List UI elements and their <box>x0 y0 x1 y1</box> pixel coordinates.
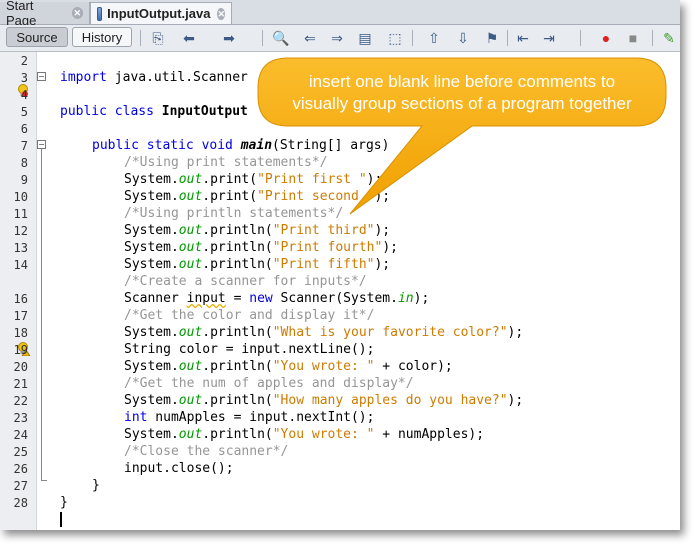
line-number: 8 <box>20 156 28 170</box>
line-number: 5 <box>20 105 28 119</box>
next-bookmark-icon[interactable]: ⇩ <box>454 29 472 47</box>
line-number: 3 <box>20 71 28 85</box>
code-line-13: System.out.println("Print fifth"); <box>124 257 391 272</box>
close-icon[interactable]: ✕ <box>71 7 83 19</box>
fold-guide-end <box>41 480 47 481</box>
history-button[interactable]: History <box>72 27 132 47</box>
line-number: 21 <box>13 377 28 391</box>
line-number: 16 <box>13 292 28 306</box>
toolbar-divider <box>507 30 508 46</box>
line-number: 23 <box>13 411 28 425</box>
line-number: 26 <box>13 462 28 476</box>
fold-toggle-icon[interactable]: − <box>37 140 46 149</box>
line-number: 14 <box>13 258 28 272</box>
code-line-20: /*Get the num of apples and display*/ <box>124 376 414 391</box>
tab-label: InputOutput.java <box>107 6 211 21</box>
code-line-18: String color = input.nextLine(); <box>124 342 375 357</box>
start-macro-icon[interactable]: ● <box>597 29 615 47</box>
code-line-21: System.out.println("How many apples do y… <box>124 393 524 408</box>
line-number: 24 <box>13 428 28 442</box>
callout-line-1: insert one blank line before comments to <box>308 72 616 91</box>
line-number: 17 <box>13 309 28 323</box>
find-previous-icon[interactable]: ⇐ <box>301 29 319 47</box>
toolbar-divider <box>580 30 581 46</box>
line-number: 27 <box>13 479 28 493</box>
code-line-14: /*Create a scanner for inputs*/ <box>124 274 367 289</box>
forward-icon[interactable]: ➡ <box>220 29 238 47</box>
tab-bar: Start Page ✕ InputOutput.java ✕ <box>0 0 680 28</box>
code-line-22: int numApples = input.nextInt(); <box>124 410 375 425</box>
code-line-19: System.out.println("You wrote: " + color… <box>124 359 453 374</box>
line-number: 28 <box>13 496 28 510</box>
line-number: 12 <box>13 224 28 238</box>
code-line-25: input.close(); <box>124 461 234 476</box>
toolbar-divider <box>262 30 263 46</box>
tab-label: Start Page <box>6 0 37 28</box>
text-cursor <box>60 512 62 527</box>
editor-window: Start Page ✕ InputOutput.java ✕ Source H… <box>0 0 680 530</box>
toggle-bookmark-icon[interactable]: ⚑ <box>483 29 501 47</box>
back-icon[interactable]: ⬅ <box>180 29 198 47</box>
toggle-highlight-icon[interactable]: ▤ <box>356 29 374 47</box>
line-number: 11 <box>13 207 28 221</box>
callout-text: insert one blank line before comments to… <box>252 71 672 115</box>
code-line-12: System.out.println("Print fourth"); <box>124 240 398 255</box>
code-line-26: } <box>92 478 100 493</box>
line-number: 22 <box>13 394 28 408</box>
close-icon[interactable]: ✕ <box>217 7 225 20</box>
line-number: 7 <box>20 139 28 153</box>
line-number: 13 <box>13 241 28 255</box>
code-line-16: /*Get the color and display it*/ <box>124 308 375 323</box>
toggle-selection-icon[interactable]: ⬚ <box>386 29 404 47</box>
line-number: 20 <box>13 360 28 374</box>
stop-macro-icon[interactable]: ■ <box>624 29 642 47</box>
line-number: 10 <box>13 190 28 204</box>
code-line-27: } <box>60 495 68 510</box>
shift-left-icon[interactable]: ⇤ <box>514 29 532 47</box>
java-file-icon <box>97 6 103 21</box>
toolbar-divider <box>412 30 413 46</box>
editor-toolbar: Source History ⎘ ⬅ ➡ 🔍 ⇐ ⇒ ▤ ⬚ ⇧ ⇩ ⚑ ⇤ ⇥… <box>0 25 680 52</box>
code-line-15: Scanner input = new Scanner(System.in); <box>124 291 430 306</box>
line-number: 18 <box>13 326 28 340</box>
code-line-4: public class InputOutput <box>60 104 248 119</box>
previous-bookmark-icon[interactable]: ⇧ <box>425 29 443 47</box>
code-line-2: import java.util.Scanner <box>60 70 248 85</box>
code-line-24: /*Close the scanner*/ <box>124 444 289 459</box>
source-button[interactable]: Source <box>6 27 68 47</box>
find-icon[interactable]: 🔍 <box>272 29 290 47</box>
line-number: 6 <box>20 122 28 136</box>
toolbar-divider <box>140 30 141 46</box>
shift-right-icon[interactable]: ⇥ <box>540 29 558 47</box>
line-number: 25 <box>13 445 28 459</box>
fold-toggle-icon[interactable]: − <box>37 72 46 81</box>
line-number: 19 <box>13 343 28 357</box>
line-number: 4 <box>20 88 28 102</box>
find-next-icon[interactable]: ⇒ <box>328 29 346 47</box>
code-line-23: System.out.println("You wrote: " + numAp… <box>124 427 485 442</box>
line-number: 2 <box>20 54 28 68</box>
tab-inputoutput-java[interactable]: InputOutput.java ✕ <box>90 2 232 24</box>
fold-guide <box>41 149 42 480</box>
comment-icon[interactable]: ✎ <box>660 29 678 47</box>
line-number: 9 <box>20 173 28 187</box>
code-line-17: System.out.println("What is your favorit… <box>124 325 524 340</box>
toolbar-divider <box>652 30 653 46</box>
callout-line-2: visually group sections of a program tog… <box>292 94 632 113</box>
tab-start-page[interactable]: Start Page ✕ <box>0 0 90 28</box>
last-edit-icon[interactable]: ⎘ <box>149 29 167 47</box>
